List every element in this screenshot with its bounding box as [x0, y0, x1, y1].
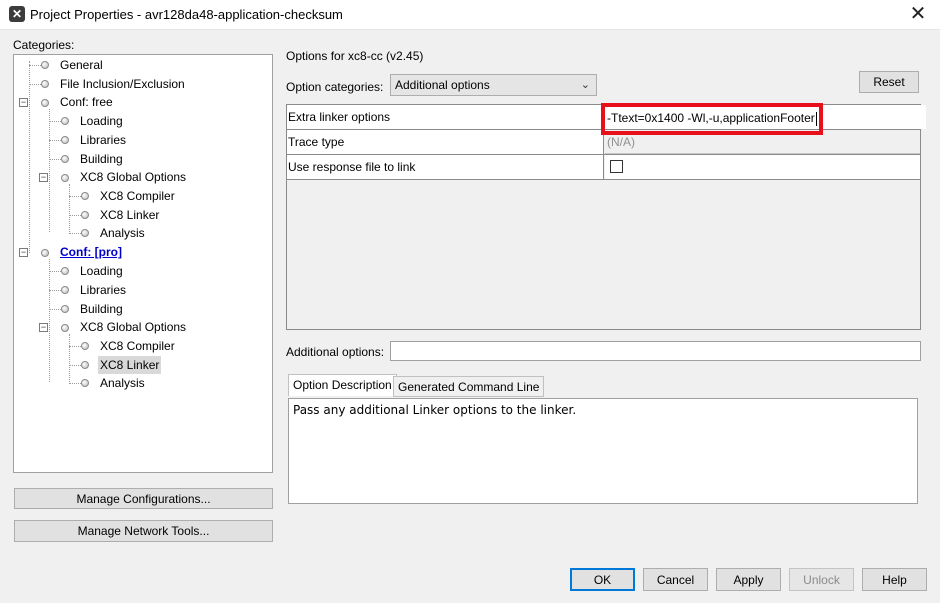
option-categories-label: Option categories:: [286, 80, 384, 94]
node-icon: [81, 229, 89, 237]
tree-guide: [69, 365, 81, 366]
node-icon: [61, 324, 69, 332]
collapse-icon[interactable]: −: [19, 98, 28, 107]
tree-item-xc8-global-options[interactable]: XC8 Global Options: [80, 318, 186, 336]
node-icon: [81, 379, 89, 387]
tree-guide: [29, 61, 30, 253]
tree-item-xc8-global-options[interactable]: XC8 Global Options: [80, 168, 186, 186]
grid-row-name: Use response file to link: [287, 155, 604, 179]
tree-guide: [49, 140, 61, 141]
tree-guide: [69, 346, 81, 347]
tree-item-xc8-linker[interactable]: XC8 Linker: [100, 206, 159, 224]
node-icon: [81, 342, 89, 350]
collapse-icon[interactable]: −: [39, 173, 48, 182]
node-icon: [81, 211, 89, 219]
tree-guide: [49, 309, 61, 310]
tree-item-xc8-compiler[interactable]: XC8 Compiler: [100, 187, 175, 205]
tree-item-analysis[interactable]: Analysis: [100, 224, 145, 242]
chevron-down-icon: ⌄: [580, 79, 590, 91]
categories-label: Categories:: [13, 38, 75, 52]
tree-guide: [69, 196, 81, 197]
tree-guide: [69, 215, 81, 216]
title-bar: ✕ Project Properties - avr128da48-applic…: [0, 0, 940, 30]
tree-item-conf-pro[interactable]: Conf: [pro]: [60, 243, 122, 261]
tree-item-analysis[interactable]: Analysis: [100, 374, 145, 392]
tree-item-general[interactable]: General: [60, 56, 103, 74]
cancel-button[interactable]: Cancel: [643, 568, 708, 591]
tree-item-file-inclusion[interactable]: File Inclusion/Exclusion: [60, 75, 185, 93]
tree-guide: [49, 121, 61, 122]
node-icon: [61, 305, 69, 313]
tree-guide: [49, 259, 50, 382]
node-icon: [61, 174, 69, 182]
node-icon: [81, 192, 89, 200]
description-text: Pass any additional Linker options to th…: [293, 403, 577, 417]
window-title: Project Properties - avr128da48-applicat…: [30, 7, 343, 22]
tree-item-libraries[interactable]: Libraries: [80, 131, 126, 149]
tree-guide: [69, 184, 70, 232]
app-logo-icon: ✕: [9, 6, 25, 22]
tree-item-building[interactable]: Building: [80, 300, 123, 318]
description-panel: Pass any additional Linker options to th…: [288, 398, 918, 504]
unlock-button[interactable]: Unlock: [789, 568, 854, 591]
tree-guide: [49, 109, 50, 232]
manage-configurations-button[interactable]: Manage Configurations...: [14, 488, 273, 509]
node-icon: [41, 61, 49, 69]
manage-network-tools-button[interactable]: Manage Network Tools...: [14, 520, 273, 542]
options-header: Options for xc8-cc (v2.45): [286, 49, 424, 63]
collapse-icon[interactable]: −: [39, 323, 48, 332]
grid-row-name: Trace type: [287, 130, 604, 154]
option-categories-select[interactable]: Additional options ⌄: [390, 74, 597, 96]
tree-item-conf-free[interactable]: Conf: free: [60, 93, 113, 111]
tree-guide: [49, 290, 61, 291]
node-icon: [61, 136, 69, 144]
node-icon: [61, 117, 69, 125]
tree-item-loading[interactable]: Loading: [80, 112, 123, 130]
use-response-file-checkbox[interactable]: [610, 160, 623, 173]
node-icon: [61, 286, 69, 294]
node-icon: [41, 99, 49, 107]
use-response-file-cell: [605, 155, 920, 179]
tree-guide: [49, 159, 61, 160]
tree-guide: [69, 383, 81, 384]
node-icon: [81, 361, 89, 369]
close-icon[interactable]: ✕: [902, 1, 934, 27]
tree-guide: [49, 271, 61, 272]
tree-item-libraries[interactable]: Libraries: [80, 281, 126, 299]
tab-option-description[interactable]: Option Description: [288, 374, 397, 396]
node-icon: [41, 80, 49, 88]
ok-button[interactable]: OK: [570, 568, 635, 591]
help-button[interactable]: Help: [862, 568, 927, 591]
tree-item-loading[interactable]: Loading: [80, 262, 123, 280]
additional-options-label: Additional options:: [286, 345, 385, 359]
categories-tree[interactable]: General File Inclusion/Exclusion − Conf:…: [13, 54, 273, 473]
additional-options-input[interactable]: [390, 341, 921, 361]
node-icon: [41, 249, 49, 257]
grid-row-name: Extra linker options: [287, 105, 604, 129]
tree-item-xc8-compiler[interactable]: XC8 Compiler: [100, 337, 175, 355]
grid-row: Use response file to link: [287, 155, 920, 180]
tree-guide: [69, 233, 81, 234]
node-icon: [61, 267, 69, 275]
node-icon: [61, 155, 69, 163]
collapse-icon[interactable]: −: [19, 248, 28, 257]
tree-item-xc8-linker-selected[interactable]: XC8 Linker: [98, 356, 162, 374]
option-categories-value: Additional options: [395, 78, 490, 92]
tab-generated-command-line[interactable]: Generated Command Line: [393, 376, 545, 397]
apply-button[interactable]: Apply: [716, 568, 781, 591]
reset-button[interactable]: Reset: [859, 71, 919, 93]
highlight-box: [601, 103, 823, 135]
tree-guide: [69, 334, 70, 382]
options-grid: Extra linker options Trace type (N/A) Us…: [286, 104, 926, 330]
tree-item-building[interactable]: Building: [80, 150, 123, 168]
